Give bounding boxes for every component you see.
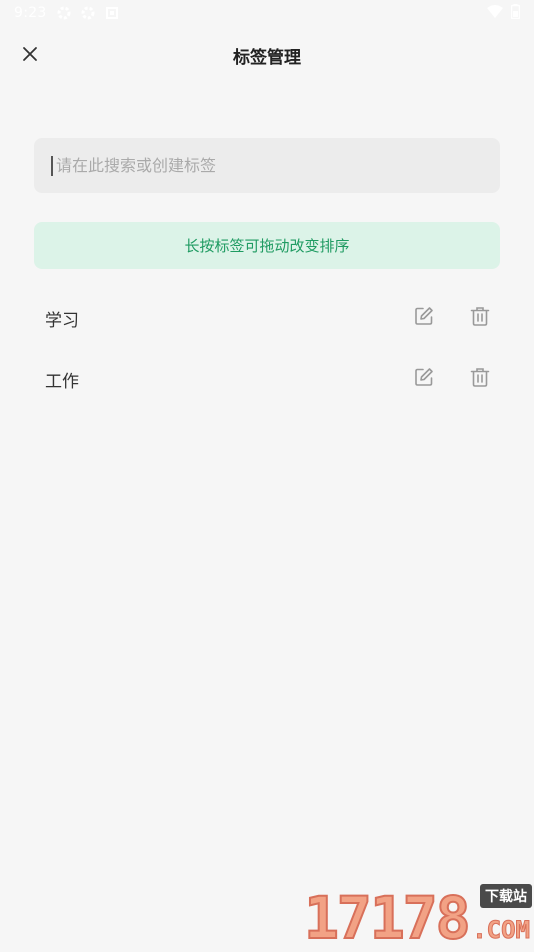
watermark-badge: 下载站 [480,884,532,908]
tag-row[interactable]: 工作 [34,357,500,401]
watermark-logo: 17178 下载站 .COM [303,884,532,952]
search-box[interactable] [34,137,500,194]
delete-tag-button[interactable] [466,304,494,332]
wifi-icon [487,4,503,22]
header: 标签管理 [0,30,534,80]
trash-icon [470,306,490,330]
settings-gear-icon [81,6,95,20]
edit-tag-button[interactable] [410,304,438,332]
hint-text: 长按标签可拖动改变排序 [184,237,350,255]
delete-tag-button[interactable] [466,365,494,393]
settings-gear-icon [57,6,71,20]
notification-square-icon [105,6,119,20]
watermark-suffix: .COM [472,916,531,945]
close-button[interactable] [16,42,44,70]
battery-icon [510,3,521,23]
page-title: 标签管理 [233,47,301,68]
drag-sort-hint: 长按标签可拖动改变排序 [34,222,500,269]
edit-icon [414,367,434,391]
status-time: 9:23 [14,5,47,21]
text-cursor [51,155,53,176]
search-input[interactable] [54,137,500,194]
tag-label: 工作 [45,371,79,392]
close-icon [22,46,38,66]
status-bar: 9:23 [0,0,534,26]
edit-tag-button[interactable] [410,365,438,393]
trash-icon [470,367,490,391]
edit-icon [414,306,434,330]
tag-row[interactable]: 学习 [34,296,500,340]
tag-label: 学习 [45,310,79,331]
watermark-digits: 17178 [303,884,472,952]
